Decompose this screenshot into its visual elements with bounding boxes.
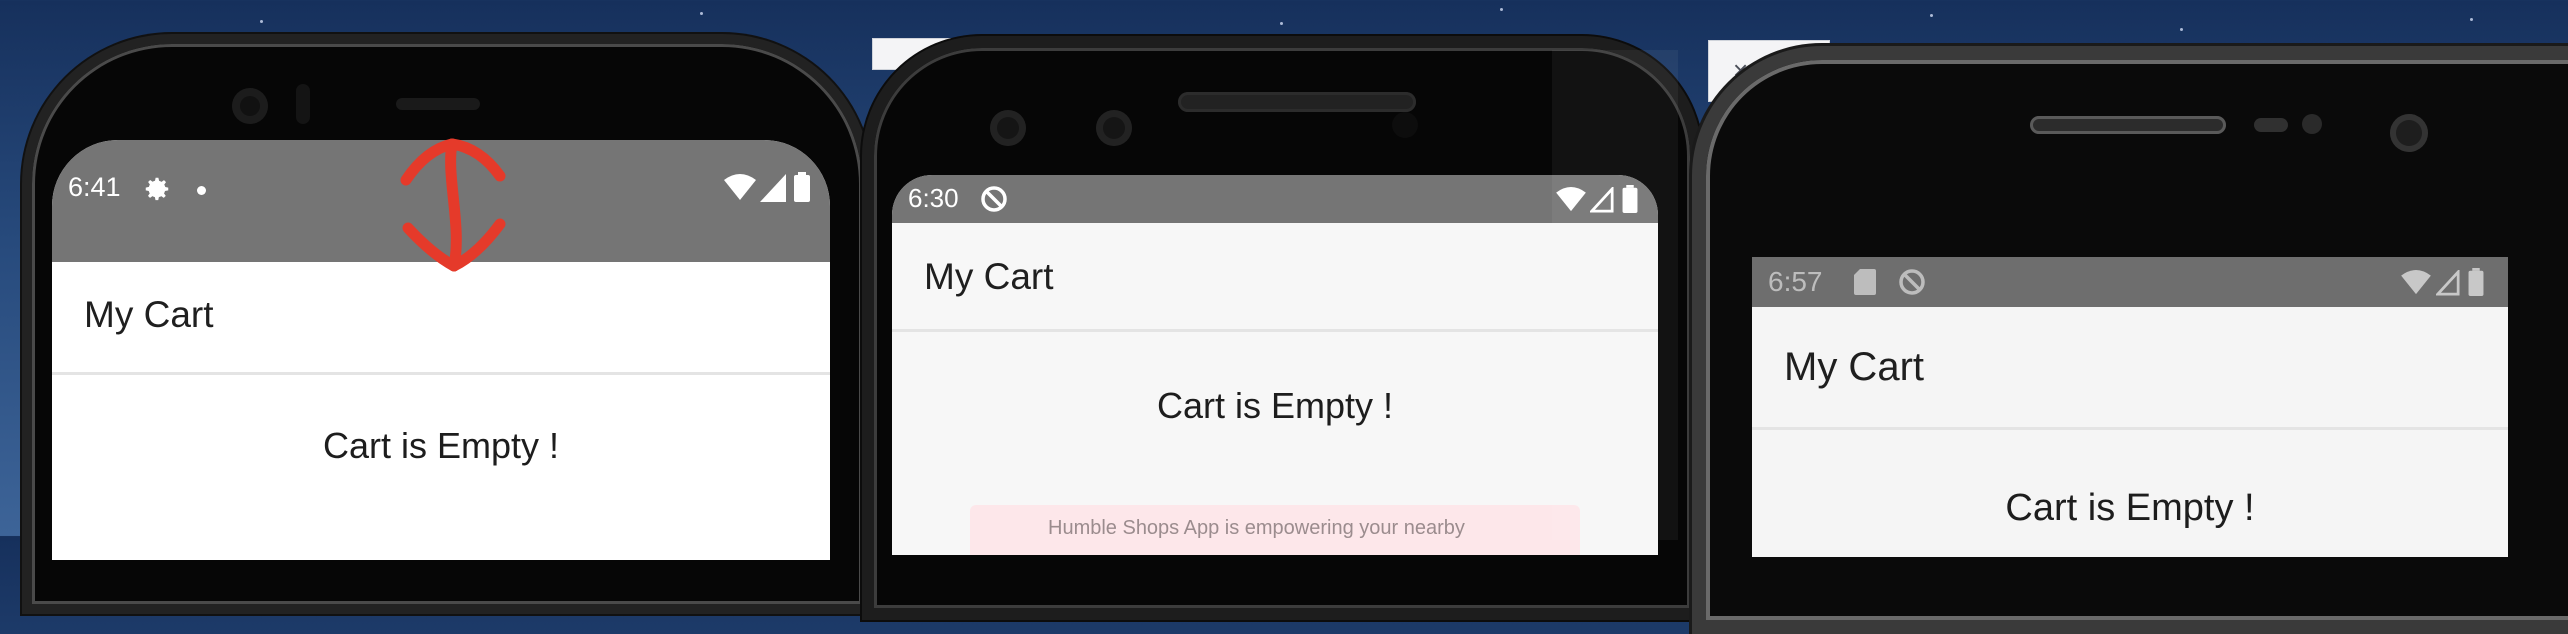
empty-cart-message: Cart is Empty ! [1156,385,1394,426]
star [2180,28,2183,31]
empty-cart-message: Cart is Empty ! [322,425,560,466]
sd-card-icon [1854,269,1876,295]
sensor [1392,112,1418,138]
speaker-grille [1178,92,1416,112]
page-title: My Cart [84,294,214,335]
do-not-disturb-icon [981,186,1007,212]
page-title: My Cart [1784,345,1924,389]
signal-icon [2436,270,2460,296]
star [1500,8,1503,11]
status-time: 6:41 [68,172,121,202]
speaker-grille [2030,116,2226,134]
front-camera-icon [2390,114,2428,152]
front-camera-icon [232,88,268,124]
status-bar: 6:57 [1752,257,2508,307]
do-not-disturb-icon [1899,269,1925,295]
sensor [296,84,310,124]
sensor [2254,118,2288,132]
sensor [2302,114,2322,134]
star [700,12,703,15]
page-title: My Cart [924,256,1054,297]
phone-screen-2: 6:30 My Cart Cart is Empty ! Humble Shop… [892,175,1658,555]
star [1930,14,1933,17]
earpiece [396,98,480,110]
battery-icon [2468,268,2484,296]
app-bar: My Cart [52,262,830,375]
front-camera-icon [990,110,1026,146]
wifi-icon [2401,270,2431,295]
app-bar: My Cart [1752,307,2508,430]
status-time: 6:30 [908,183,959,213]
app-bar: My Cart [892,223,1658,332]
toast-notification: Humble Shops App is empowering your near… [970,505,1580,555]
status-time: 6:57 [1768,266,1823,297]
star [260,20,263,23]
phone-screen-3: 6:57 My Cart Cart is Empty ! [1752,257,2508,557]
front-camera-icon [1096,110,1132,146]
double-arrow-icon [400,138,506,272]
empty-cart-message: Cart is Empty ! [2005,487,2255,529]
window-overlay-band [1552,50,1678,540]
battery-icon [794,172,810,202]
dot-icon [197,186,206,195]
signal-icon [760,174,786,202]
star [1280,22,1283,25]
wifi-icon [724,174,756,200]
status-bar: 6:30 [892,175,1658,223]
star [2470,18,2473,21]
gear-icon [145,177,169,201]
